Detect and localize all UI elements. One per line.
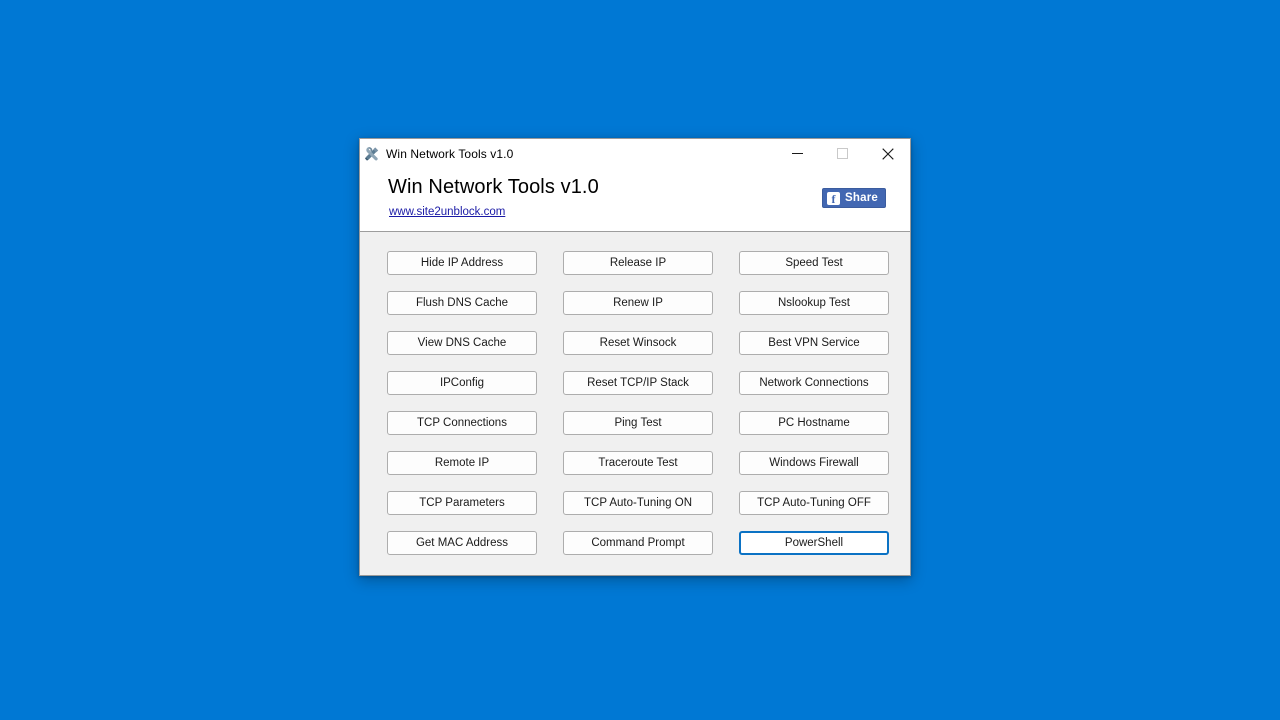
tool-button-windows-firewall[interactable]: Windows Firewall — [739, 451, 889, 475]
window-titlebar[interactable]: Win Network Tools v1.0 — [360, 139, 910, 168]
desktop-background: Win Network Tools v1.0 Win Network Tools… — [0, 0, 1280, 720]
window-title-text: Win Network Tools v1.0 — [386, 146, 514, 161]
page-title: Win Network Tools v1.0 — [388, 176, 599, 198]
close-icon — [881, 147, 894, 160]
tool-button-best-vpn-service[interactable]: Best VPN Service — [739, 331, 889, 355]
tool-button-tcp-connections[interactable]: TCP Connections — [387, 411, 537, 435]
tool-button-reset-winsock[interactable]: Reset Winsock — [563, 331, 713, 355]
share-button-label: Share — [845, 192, 878, 204]
tool-button-powershell[interactable]: PowerShell — [739, 531, 889, 555]
tool-button-flush-dns-cache[interactable]: Flush DNS Cache — [387, 291, 537, 315]
tool-button-hide-ip-address[interactable]: Hide IP Address — [387, 251, 537, 275]
tool-button-view-dns-cache[interactable]: View DNS Cache — [387, 331, 537, 355]
tool-button-grid: Hide IP Address Release IP Speed Test Flush… — [387, 251, 889, 555]
tool-button-speed-test[interactable]: Speed Test — [739, 251, 889, 275]
tools-wrench-screwdriver-icon — [365, 146, 379, 161]
tool-button-command-prompt[interactable]: Command Prompt — [563, 531, 713, 555]
maximize-icon — [837, 148, 848, 159]
tool-button-renew-ip[interactable]: Renew IP — [563, 291, 713, 315]
tool-button-ping-test[interactable]: Ping Test — [563, 411, 713, 435]
application-window: Win Network Tools v1.0 Win Network Tools… — [359, 138, 911, 576]
window-controls — [775, 139, 910, 168]
tool-button-traceroute-test[interactable]: Traceroute Test — [563, 451, 713, 475]
facebook-f-icon: f — [827, 191, 841, 205]
tool-button-tcp-parameters[interactable]: TCP Parameters — [387, 491, 537, 515]
app-header: Win Network Tools v1.0 www.site2unblock.… — [360, 168, 910, 232]
tool-button-get-mac-address[interactable]: Get MAC Address — [387, 531, 537, 555]
tool-button-release-ip[interactable]: Release IP — [563, 251, 713, 275]
close-button[interactable] — [865, 139, 910, 168]
facebook-share-button[interactable]: f Share — [822, 188, 886, 208]
minimize-button[interactable] — [775, 139, 820, 168]
tool-button-network-connections[interactable]: Network Connections — [739, 371, 889, 395]
tool-button-tcp-auto-tuning-off[interactable]: TCP Auto-Tuning OFF — [739, 491, 889, 515]
tool-button-tcp-auto-tuning-on[interactable]: TCP Auto-Tuning ON — [563, 491, 713, 515]
tool-button-ipconfig[interactable]: IPConfig — [387, 371, 537, 395]
tools-pane: Hide IP Address Release IP Speed Test Flush… — [360, 232, 910, 575]
tool-button-nslookup-test[interactable]: Nslookup Test — [739, 291, 889, 315]
tool-button-reset-tcp-ip-stack[interactable]: Reset TCP/IP Stack — [563, 371, 713, 395]
minimize-icon — [792, 153, 803, 154]
tool-button-pc-hostname[interactable]: PC Hostname — [739, 411, 889, 435]
tool-button-remote-ip[interactable]: Remote IP — [387, 451, 537, 475]
maximize-button[interactable] — [820, 139, 865, 168]
website-link[interactable]: www.site2unblock.com — [389, 206, 505, 218]
